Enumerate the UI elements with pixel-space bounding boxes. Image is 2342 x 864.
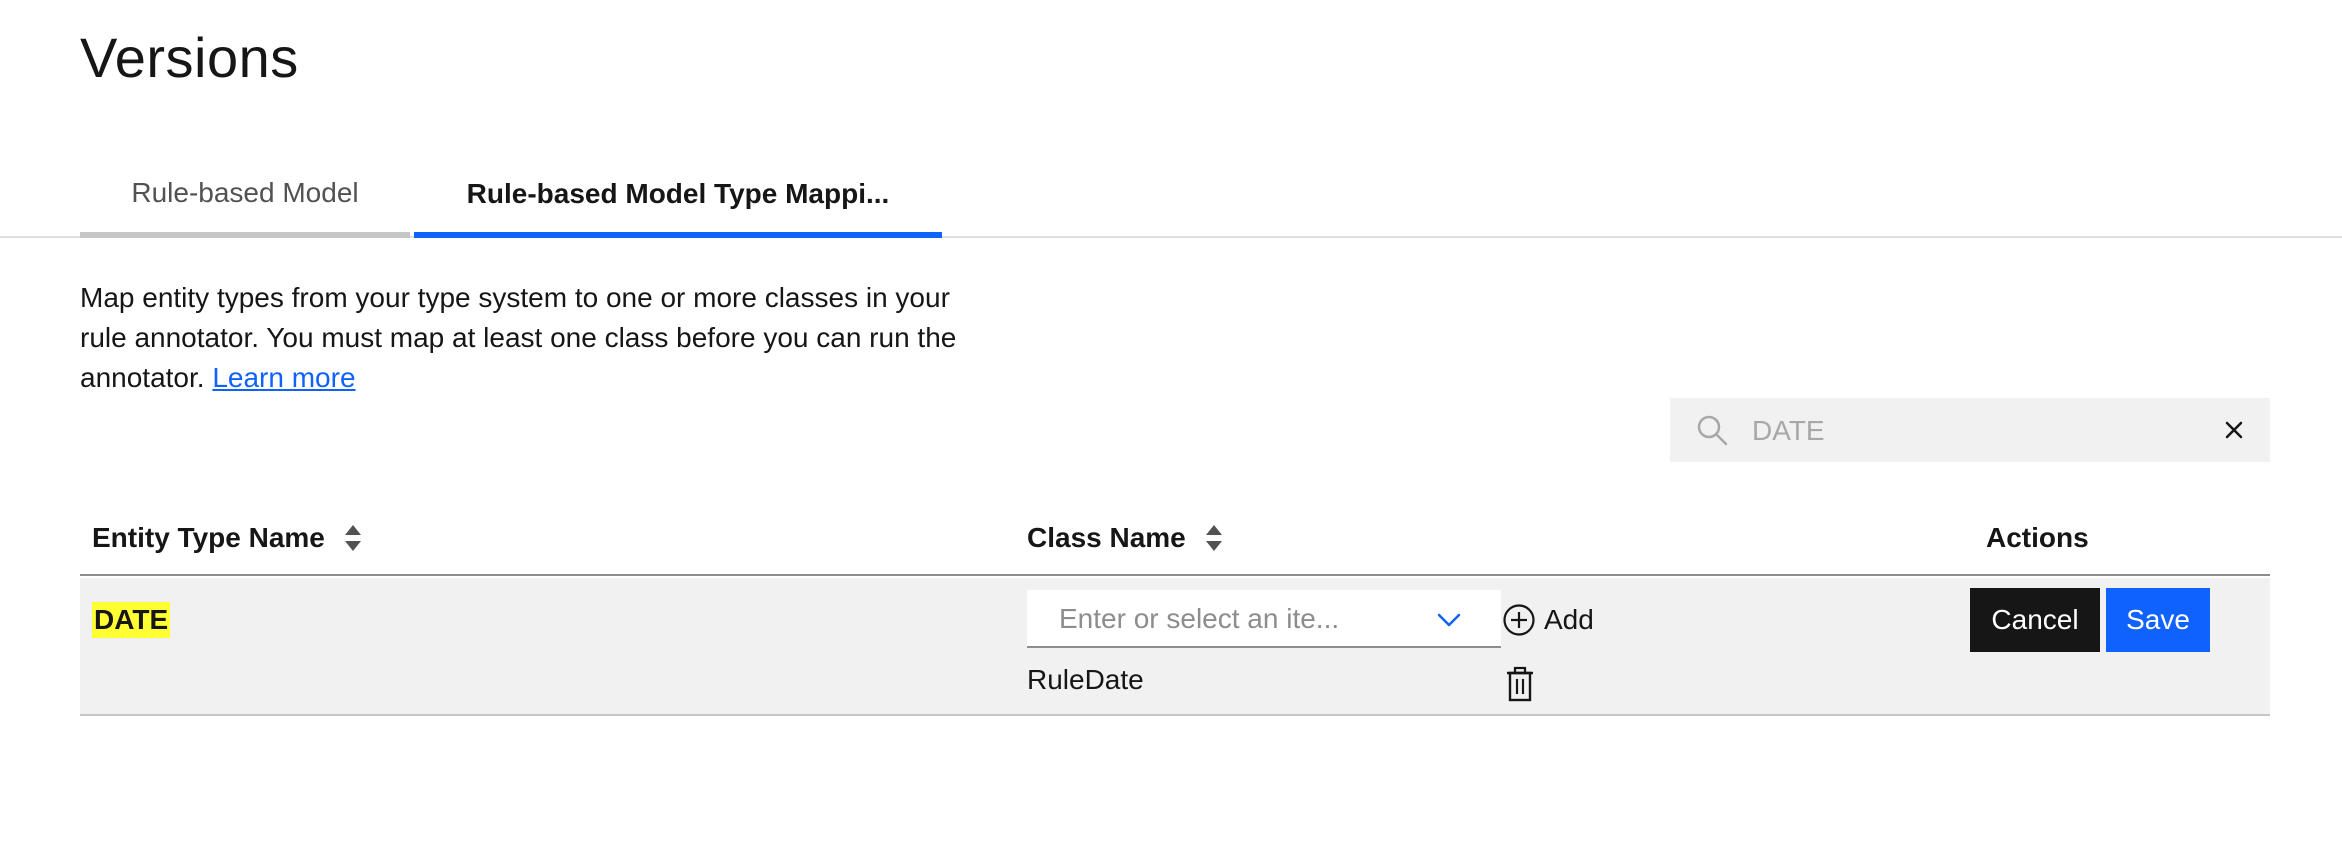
table-row: DATE Add RuleDate Cancel Save xyxy=(80,578,2270,716)
learn-more-link[interactable]: Learn more xyxy=(212,362,355,393)
tab-rule-based-model-type-mapping[interactable]: Rule-based Model Type Mappi... xyxy=(414,160,942,238)
trash-icon[interactable] xyxy=(1504,666,1536,702)
column-header-label: Actions xyxy=(1986,522,2089,553)
search-icon xyxy=(1697,415,1728,446)
class-select-combobox[interactable] xyxy=(1027,590,1501,648)
entity-type-name-highlight: DATE xyxy=(92,602,171,638)
close-icon[interactable] xyxy=(2220,416,2248,444)
search-box[interactable] xyxy=(1670,398,2270,464)
table-header: Entity Type Name Class Name Actions xyxy=(80,506,2270,576)
column-header-actions: Actions xyxy=(1986,522,2089,554)
column-header-label: Entity Type Name xyxy=(92,522,325,553)
page-title: Versions xyxy=(80,26,299,89)
description: Map entity types from your type system t… xyxy=(80,278,980,398)
tab-rule-based-model[interactable]: Rule-based Model xyxy=(80,160,410,238)
add-label: Add xyxy=(1544,604,1594,635)
column-header-label: Class Name xyxy=(1027,522,1186,553)
column-header-class-name[interactable]: Class Name xyxy=(1027,522,1224,554)
add-class-button[interactable]: Add xyxy=(1502,592,1594,648)
sort-icon[interactable] xyxy=(1204,522,1224,554)
chevron-down-icon[interactable] xyxy=(1435,606,1463,634)
page: Versions Rule-based Model Rule-based Mod… xyxy=(0,0,2342,864)
add-icon xyxy=(1503,604,1535,636)
sort-icon[interactable] xyxy=(343,522,363,554)
mapped-class-name: RuleDate xyxy=(1027,664,1144,695)
save-button[interactable]: Save xyxy=(2106,588,2210,652)
class-select-input[interactable] xyxy=(1057,590,1421,648)
search-input[interactable] xyxy=(1750,398,2174,464)
column-header-entity-type-name[interactable]: Entity Type Name xyxy=(92,522,363,554)
cancel-button[interactable]: Cancel xyxy=(1970,588,2100,652)
